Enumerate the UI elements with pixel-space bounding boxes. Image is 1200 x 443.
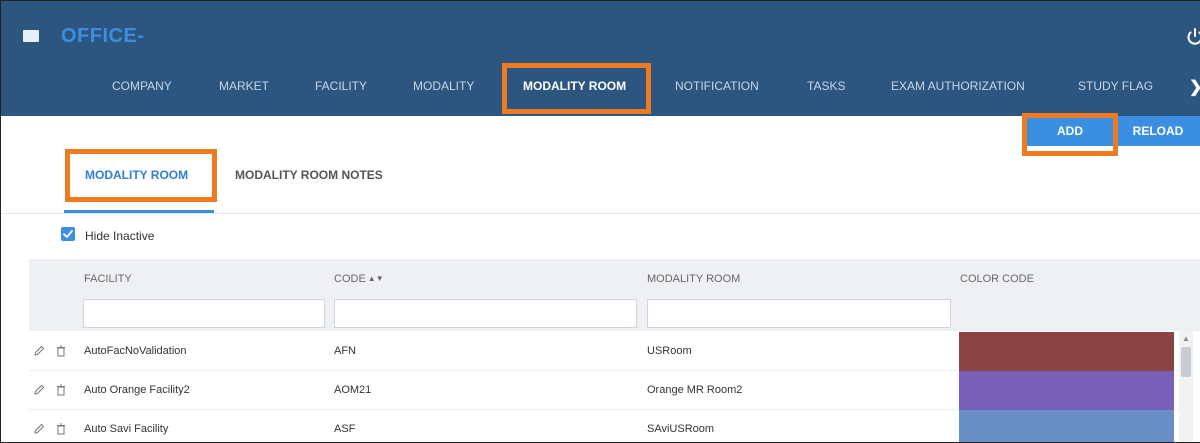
pencil-icon[interactable] xyxy=(32,383,46,397)
sort-icon: ▲▼ xyxy=(367,274,384,283)
nav-item-study-flag[interactable]: STUDY FLAG xyxy=(1078,79,1153,93)
column-header-modality-room[interactable]: MODALITY ROOM xyxy=(647,273,740,285)
nav-item-facility[interactable]: FACILITY xyxy=(315,79,367,93)
pencil-icon[interactable] xyxy=(32,344,46,358)
nav-item-notification[interactable]: NOTIFICATION xyxy=(675,79,759,93)
hamburger-icon[interactable] xyxy=(23,30,39,42)
tab-modality-room[interactable]: MODALITY ROOM xyxy=(85,168,188,182)
hide-inactive-checkbox[interactable] xyxy=(61,227,75,241)
color-swatch xyxy=(959,332,1174,371)
active-tab-indicator xyxy=(64,210,214,213)
power-icon[interactable] xyxy=(1185,27,1200,47)
modality-room-cell: USRoom xyxy=(647,345,692,357)
scroll-up-icon[interactable]: ▲ xyxy=(1182,334,1190,343)
column-header-code[interactable]: CODE ▲▼ xyxy=(334,273,384,285)
pencil-icon[interactable] xyxy=(32,422,46,436)
nav-item-tasks[interactable]: TASKS xyxy=(807,79,845,93)
hide-inactive-label: Hide Inactive xyxy=(85,229,155,243)
reload-button[interactable]: RELOAD xyxy=(1115,116,1200,146)
nav-item-market[interactable]: MARKET xyxy=(219,79,269,93)
tab-modality-room-notes[interactable]: MODALITY ROOM NOTES xyxy=(235,168,383,182)
facility-filter-input[interactable] xyxy=(83,299,325,328)
facility-cell: Auto Orange Facility2 xyxy=(84,384,190,396)
facility-cell: AutoFacNoValidation xyxy=(84,345,187,357)
trash-icon[interactable] xyxy=(54,344,68,358)
scrollbar-thumb[interactable] xyxy=(1181,347,1191,377)
table-row[interactable]: AutoFacNoValidation AFN USRoom xyxy=(29,332,1179,371)
modality-room-filter-input[interactable] xyxy=(647,299,951,328)
code-filter-input[interactable] xyxy=(334,299,637,328)
nav-item-exam-authorization[interactable]: EXAM AUTHORIZATION xyxy=(891,79,1025,93)
column-header-facility[interactable]: FACILITY xyxy=(84,273,132,285)
code-cell: AFN xyxy=(334,345,356,357)
app-title: OFFICE- xyxy=(61,25,145,47)
main-nav: COMPANY MARKET FACILITY MODALITY MODALIT… xyxy=(1,63,1200,113)
checkmark-icon xyxy=(63,230,73,238)
chevron-right-icon[interactable]: ❯ xyxy=(1189,77,1200,97)
code-cell: ASF xyxy=(334,423,356,435)
add-button[interactable]: ADD xyxy=(1025,116,1115,146)
table-row[interactable]: Auto Savi Facility ASF SAviUSRoom xyxy=(29,410,1179,442)
modality-room-cell: SAviUSRoom xyxy=(647,423,715,435)
modality-room-cell: Orange MR Room2 xyxy=(647,384,743,396)
table-row[interactable]: Auto Orange Facility2 AOM21 Orange MR Ro… xyxy=(29,371,1179,410)
code-cell: AOM21 xyxy=(334,384,372,396)
nav-item-modality-room[interactable]: MODALITY ROOM xyxy=(523,79,626,93)
trash-icon[interactable] xyxy=(54,422,68,436)
color-swatch xyxy=(959,410,1174,442)
facility-cell: Auto Savi Facility xyxy=(84,423,169,435)
nav-item-company[interactable]: COMPANY xyxy=(112,79,172,93)
nav-item-modality[interactable]: MODALITY xyxy=(413,79,474,93)
app-title-suffix: - xyxy=(137,25,145,47)
column-header-color-code[interactable]: COLOR CODE xyxy=(960,273,1034,285)
trash-icon[interactable] xyxy=(54,383,68,397)
app-header: OFFICE- COMPANY MARKET FACILITY MODALITY… xyxy=(1,1,1200,116)
color-swatch xyxy=(959,371,1174,410)
app-frame: OFFICE- COMPANY MARKET FACILITY MODALITY… xyxy=(0,0,1200,443)
tab-divider xyxy=(1,213,1200,214)
